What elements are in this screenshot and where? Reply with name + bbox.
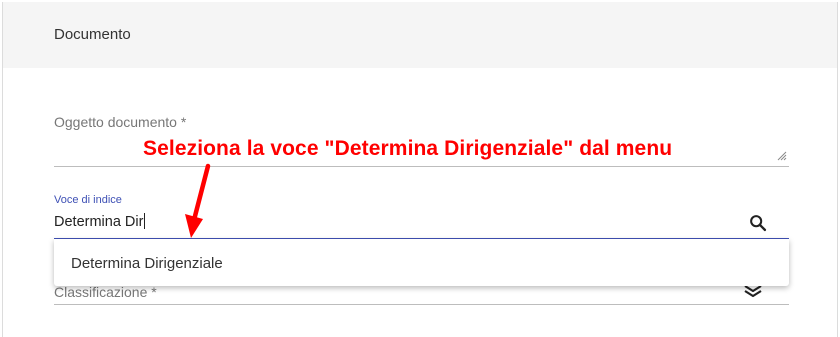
search-icon[interactable] — [747, 212, 769, 234]
section-title: Documento — [54, 26, 131, 43]
instruction-annotation: Seleziona la voce "Determina Dirigenzial… — [143, 137, 673, 160]
voce-input[interactable]: Determina Dir — [54, 213, 146, 230]
oggetto-textarea[interactable] — [54, 166, 789, 167]
oggetto-label: Oggetto documento * — [54, 114, 187, 130]
card-header: Documento — [3, 2, 837, 68]
classificazione-underline[interactable] — [54, 304, 789, 305]
dropdown-option-determina-dirigenziale[interactable]: Determina Dirigenziale — [71, 255, 223, 272]
voce-input-value: Determina Dir — [54, 214, 144, 230]
voce-label: Voce di indice — [54, 194, 122, 206]
document-card: Documento Oggetto documento * Voce di in… — [2, 2, 838, 337]
resize-grip-icon[interactable] — [777, 151, 787, 161]
text-caret — [144, 213, 146, 229]
arrow-icon — [185, 163, 211, 238]
classificazione-label: Classificazione * — [54, 284, 157, 300]
autocomplete-dropdown: Determina Dirigenziale — [54, 239, 789, 286]
